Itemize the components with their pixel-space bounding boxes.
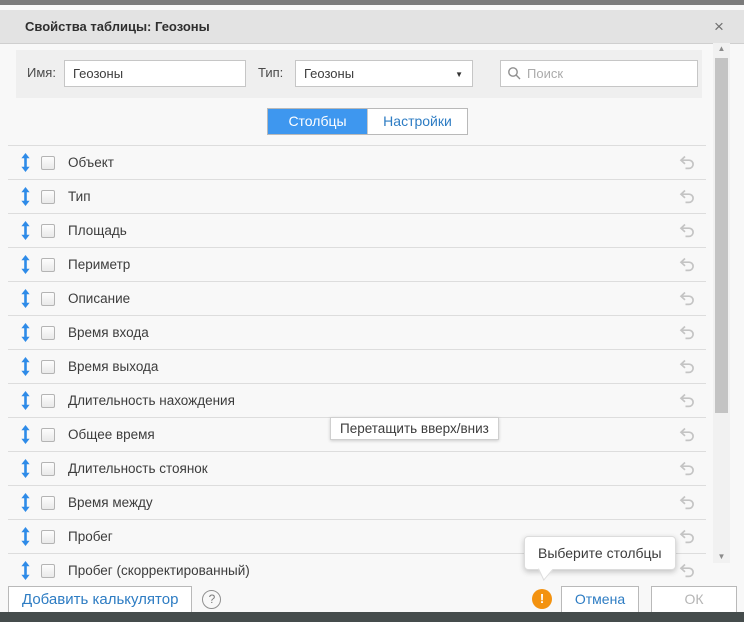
- scroll-down-icon[interactable]: ▼: [713, 551, 730, 563]
- undo-icon[interactable]: [678, 325, 695, 341]
- column-checkbox[interactable]: [41, 190, 55, 204]
- name-label: Имя:: [27, 65, 56, 80]
- column-checkbox[interactable]: [41, 292, 55, 306]
- column-label: Тип: [68, 189, 91, 204]
- undo-icon[interactable]: [678, 393, 695, 409]
- tab-bar: Столбцы Настройки: [267, 108, 468, 135]
- type-select-value: Геозоны: [304, 66, 354, 81]
- undo-icon[interactable]: [678, 563, 695, 579]
- drag-handle-icon[interactable]: [18, 357, 32, 376]
- undo-icon[interactable]: [678, 495, 695, 511]
- drag-handle-icon[interactable]: [18, 289, 32, 308]
- drag-handle-icon[interactable]: [18, 459, 32, 478]
- column-label: Пробег: [68, 529, 113, 544]
- type-label: Тип:: [258, 65, 283, 80]
- column-checkbox[interactable]: [41, 462, 55, 476]
- column-label: Время входа: [68, 325, 149, 340]
- column-row: Длительность нахождения: [8, 383, 706, 417]
- column-label: Периметр: [68, 257, 130, 272]
- column-row: Описание: [8, 281, 706, 315]
- help-icon[interactable]: ?: [202, 590, 221, 609]
- column-checkbox[interactable]: [41, 564, 55, 578]
- drag-handle-icon[interactable]: [18, 221, 32, 240]
- column-row: Время выхода: [8, 349, 706, 383]
- column-row: Периметр: [8, 247, 706, 281]
- column-checkbox[interactable]: [41, 428, 55, 442]
- form-band: Имя: Тип: Геозоны ▼: [16, 50, 702, 98]
- search-box: [500, 60, 698, 87]
- column-label: Время выхода: [68, 359, 158, 374]
- column-row: Площадь: [8, 213, 706, 247]
- scroll-up-icon[interactable]: ▲: [713, 43, 730, 55]
- table-properties-dialog: Свойства таблицы: Геозоны × Имя: Тип: Ге…: [0, 5, 744, 612]
- tab-settings[interactable]: Настройки: [367, 109, 467, 134]
- column-label: Время между: [68, 495, 153, 510]
- column-checkbox[interactable]: [41, 496, 55, 510]
- columns-list: Объект Тип Площадь Периметр: [0, 145, 744, 587]
- drag-handle-icon[interactable]: [18, 153, 32, 172]
- drag-handle-icon[interactable]: [18, 561, 32, 580]
- dialog-title: Свойства таблицы: Геозоны: [25, 10, 210, 44]
- background-page-strip: [0, 612, 744, 622]
- close-icon[interactable]: ×: [706, 10, 732, 44]
- column-checkbox[interactable]: [41, 394, 55, 408]
- ok-button-disabled[interactable]: ОК: [651, 586, 737, 613]
- undo-icon[interactable]: [678, 223, 695, 239]
- column-row: Длительность стоянок: [8, 451, 706, 485]
- column-row: Время входа: [8, 315, 706, 349]
- column-checkbox[interactable]: [41, 156, 55, 170]
- undo-icon[interactable]: [678, 189, 695, 205]
- column-label: Описание: [68, 291, 130, 306]
- column-checkbox[interactable]: [41, 326, 55, 340]
- column-checkbox[interactable]: [41, 360, 55, 374]
- column-row: Тип: [8, 179, 706, 213]
- drag-handle-icon[interactable]: [18, 187, 32, 206]
- column-label: Длительность стоянок: [68, 461, 208, 476]
- undo-icon[interactable]: [678, 461, 695, 477]
- column-label: Объект: [68, 155, 114, 170]
- undo-icon[interactable]: [678, 257, 695, 273]
- undo-icon[interactable]: [678, 359, 695, 375]
- column-checkbox[interactable]: [41, 530, 55, 544]
- column-label: Длительность нахождения: [68, 393, 235, 408]
- undo-icon[interactable]: [678, 427, 695, 443]
- drag-handle-icon[interactable]: [18, 391, 32, 410]
- drag-handle-icon[interactable]: [18, 493, 32, 512]
- scrollbar-thumb[interactable]: [715, 58, 728, 413]
- drag-handle-icon[interactable]: [18, 255, 32, 274]
- add-calculator-button[interactable]: Добавить калькулятор: [8, 586, 192, 613]
- column-label: Общее время: [68, 427, 155, 442]
- warning-icon: !: [532, 589, 552, 609]
- name-input[interactable]: [64, 60, 246, 87]
- undo-icon[interactable]: [678, 155, 695, 171]
- column-label: Пробег (скорректированный): [68, 563, 250, 578]
- undo-icon[interactable]: [678, 529, 695, 545]
- tab-columns[interactable]: Столбцы: [268, 109, 367, 134]
- drag-handle-icon[interactable]: [18, 425, 32, 444]
- type-select[interactable]: Геозоны ▼: [295, 60, 473, 87]
- column-row: Время между: [8, 485, 706, 519]
- drag-handle-icon[interactable]: [18, 527, 32, 546]
- column-row: Объект: [8, 145, 706, 179]
- column-checkbox[interactable]: [41, 224, 55, 238]
- chevron-down-icon: ▼: [455, 70, 463, 79]
- select-columns-tooltip: Выберите столбцы: [524, 536, 676, 570]
- screen: Свойства таблицы: Геозоны × Имя: Тип: Ге…: [0, 0, 744, 622]
- search-input[interactable]: [501, 61, 697, 86]
- column-checkbox[interactable]: [41, 258, 55, 272]
- cancel-button[interactable]: Отмена: [561, 586, 639, 613]
- column-label: Площадь: [68, 223, 127, 238]
- undo-icon[interactable]: [678, 291, 695, 307]
- drag-tooltip: Перетащить вверх/вниз: [330, 417, 499, 440]
- drag-handle-icon[interactable]: [18, 323, 32, 342]
